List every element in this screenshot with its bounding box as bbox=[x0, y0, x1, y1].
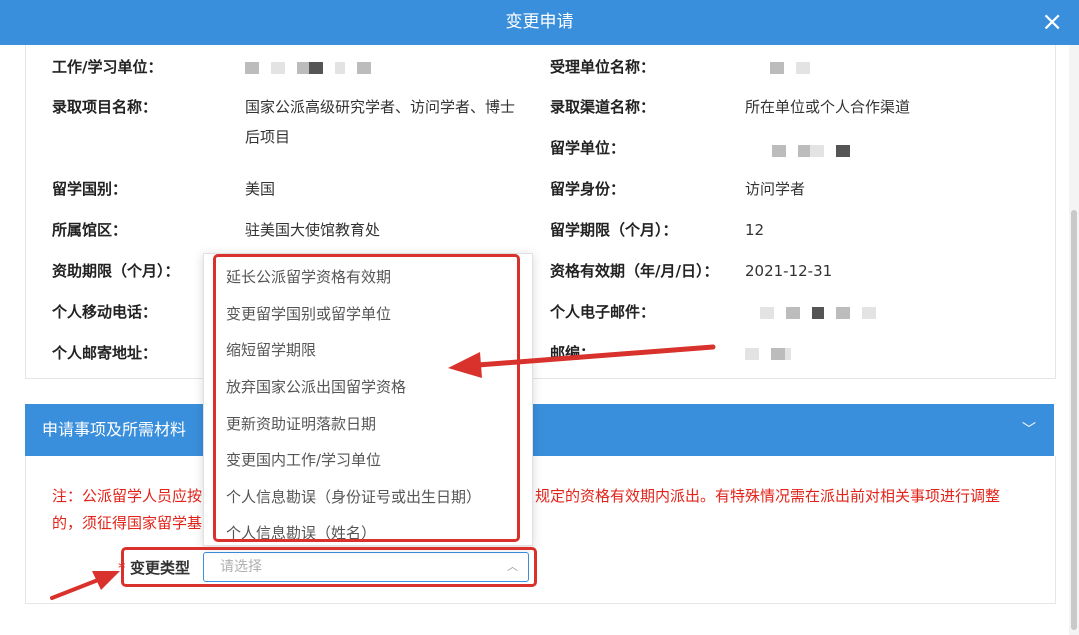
mobile-label: 个人移动电话： bbox=[52, 303, 158, 321]
change-type-label: 变更类型 bbox=[130, 559, 191, 577]
validity-value: 2021-12-31 bbox=[745, 262, 833, 280]
option-shorten-period[interactable]: 缩短留学期限 bbox=[226, 338, 316, 362]
consulate-value: 驻美国大使馆教育处 bbox=[245, 221, 381, 239]
fund-period-label: 资助期限（个月）： bbox=[52, 262, 180, 280]
option-correct-id[interactable]: 个人信息勘误（身份证号或出生日期） bbox=[226, 485, 481, 509]
study-unit-label: 留学单位： bbox=[550, 139, 626, 157]
accept-unit-value-masked bbox=[770, 52, 822, 82]
option-change-domestic-unit[interactable]: 变更国内工作/学习单位 bbox=[226, 448, 381, 472]
postcode-label: 邮编： bbox=[550, 344, 596, 362]
chevron-down-icon[interactable]: ﹀ bbox=[1022, 404, 1036, 456]
section-header[interactable]: 申请事项及所需材料 ﹀ bbox=[25, 404, 1054, 456]
option-change-country[interactable]: 变更留学国别或留学单位 bbox=[226, 302, 391, 326]
option-update-fund-date[interactable]: 更新资助证明落款日期 bbox=[226, 412, 376, 436]
option-extend-validity[interactable]: 延长公派留学资格有效期 bbox=[226, 265, 391, 289]
channel-name-value: 所在单位或个人合作渠道 bbox=[745, 98, 911, 116]
note-line1-left: 注：公派留学人员应按 bbox=[52, 487, 203, 505]
select-placeholder: 请选择 bbox=[220, 559, 262, 575]
required-mark: * bbox=[118, 559, 126, 577]
dialog-header: 变更申请 × bbox=[0, 0, 1079, 45]
country-label: 留学国别： bbox=[52, 180, 128, 198]
work-unit-value-masked bbox=[245, 52, 383, 82]
note-line2-left: 的，须征得国家留学基 bbox=[52, 514, 203, 532]
project-name-label: 录取项目名称： bbox=[52, 98, 158, 116]
project-name-line2: 后项目 bbox=[245, 128, 291, 146]
country-value: 美国 bbox=[245, 180, 276, 198]
project-name-line1: 国家公派高级研究学者、访问学者、博士 bbox=[245, 98, 516, 116]
validity-label: 资格有效期（年/月/日）： bbox=[550, 262, 719, 280]
scrollbar-thumb[interactable] bbox=[1071, 210, 1077, 630]
address-label: 个人邮寄地址： bbox=[52, 344, 158, 362]
study-period-label: 留学期限（个月）： bbox=[550, 221, 678, 239]
close-icon[interactable]: × bbox=[1041, 7, 1063, 37]
channel-name-label: 录取渠道名称： bbox=[550, 98, 656, 116]
option-give-up[interactable]: 放弃国家公派出国留学资格 bbox=[226, 375, 406, 399]
note-line1-right: 规定的资格有效期内派出。有特殊情况需在派出前对相关事项进行调整 bbox=[535, 487, 1001, 505]
accept-unit-label: 受理单位名称： bbox=[550, 58, 656, 76]
email-label: 个人电子邮件： bbox=[550, 303, 656, 321]
consulate-label: 所属馆区： bbox=[52, 221, 128, 239]
identity-label: 留学身份： bbox=[550, 180, 626, 198]
identity-value: 访问学者 bbox=[745, 180, 806, 198]
study-unit-value-masked bbox=[772, 135, 862, 165]
study-period-value: 12 bbox=[745, 221, 765, 239]
scrollbar[interactable] bbox=[1069, 45, 1079, 635]
postcode-value-masked bbox=[745, 338, 803, 368]
section-title: 申请事项及所需材料 bbox=[42, 420, 187, 439]
change-type-select[interactable]: 请选择 ︿ bbox=[203, 552, 529, 582]
email-value-masked bbox=[760, 297, 888, 327]
dialog-title: 变更申请 bbox=[505, 12, 574, 32]
work-unit-label: 工作/学习单位： bbox=[52, 58, 163, 76]
chevron-up-icon[interactable]: ︿ bbox=[507, 553, 518, 581]
option-correct-name[interactable]: 个人信息勘误（姓名） bbox=[226, 521, 376, 545]
change-type-dropdown: 延长公派留学资格有效期 变更留学国别或留学单位 缩短留学期限 放弃国家公派出国留… bbox=[203, 253, 533, 546]
